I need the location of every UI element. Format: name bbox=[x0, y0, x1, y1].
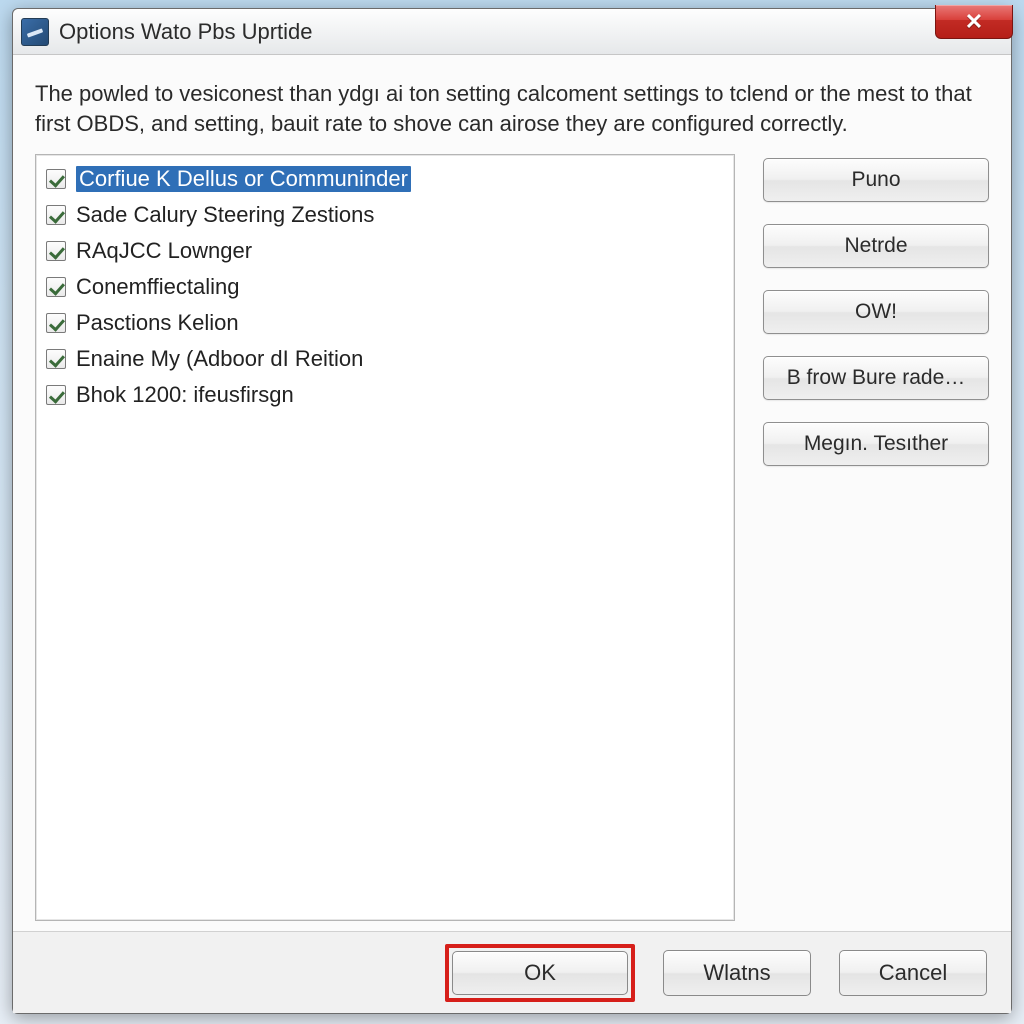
client-area: The powled to vesiconest than ydgı ai to… bbox=[13, 55, 1011, 931]
side-button-column: Puno Netrde OW! B frow Bure rade… Megın.… bbox=[763, 154, 989, 921]
list-item-label: RAqJCC Lownger bbox=[76, 238, 252, 264]
list-item-label: Bhok 1200: ifeusfirsgn bbox=[76, 382, 294, 408]
side-button-puno[interactable]: Puno bbox=[763, 158, 989, 202]
ok-highlight: OK bbox=[445, 944, 635, 1002]
list-item[interactable]: RAqJCC Lownger bbox=[46, 233, 724, 269]
list-item-label: Enaine My (Adboor dI Reition bbox=[76, 346, 363, 372]
side-button-megin[interactable]: Megın. Tesıther bbox=[763, 422, 989, 466]
checkbox-icon[interactable] bbox=[46, 205, 66, 225]
side-button-ow[interactable]: OW! bbox=[763, 290, 989, 334]
list-item-label: Conemffiectaling bbox=[76, 274, 239, 300]
list-item[interactable]: Sade Calury Steering Zestions bbox=[46, 197, 724, 233]
checkbox-icon[interactable] bbox=[46, 313, 66, 333]
cancel-button[interactable]: Cancel bbox=[839, 950, 987, 996]
checkbox-icon[interactable] bbox=[46, 349, 66, 369]
options-listbox[interactable]: Corfiue K Dellus or Communinder Sade Cal… bbox=[35, 154, 735, 921]
body-row: Corfiue K Dellus or Communinder Sade Cal… bbox=[35, 154, 989, 921]
dialog-footer: OK Wlatns Cancel bbox=[13, 931, 1011, 1013]
side-button-netrde[interactable]: Netrde bbox=[763, 224, 989, 268]
checkbox-icon[interactable] bbox=[46, 277, 66, 297]
ok-button[interactable]: OK bbox=[452, 951, 628, 995]
close-button[interactable]: ✕ bbox=[935, 5, 1013, 39]
checkbox-icon[interactable] bbox=[46, 385, 66, 405]
side-button-bfrow[interactable]: B frow Bure rade… bbox=[763, 356, 989, 400]
close-icon: ✕ bbox=[965, 9, 983, 35]
list-item[interactable]: Conemffiectaling bbox=[46, 269, 724, 305]
list-item-label: Pasctions Kelion bbox=[76, 310, 239, 336]
list-item-label: Sade Calury Steering Zestions bbox=[76, 202, 374, 228]
list-item[interactable]: Corfiue K Dellus or Communinder bbox=[46, 161, 724, 197]
list-item-label: Corfiue K Dellus or Communinder bbox=[76, 166, 411, 192]
description-text: The powled to vesiconest than ydgı ai to… bbox=[35, 79, 989, 138]
list-item[interactable]: Pasctions Kelion bbox=[46, 305, 724, 341]
app-icon bbox=[21, 18, 49, 46]
list-item[interactable]: Enaine My (Adboor dI Reition bbox=[46, 341, 724, 377]
window-title: Options Wato Pbs Uprtide bbox=[59, 19, 313, 45]
wlatns-button[interactable]: Wlatns bbox=[663, 950, 811, 996]
titlebar[interactable]: Options Wato Pbs Uprtide ✕ bbox=[13, 9, 1011, 55]
checkbox-icon[interactable] bbox=[46, 169, 66, 189]
dialog-window: Options Wato Pbs Uprtide ✕ The powled to… bbox=[12, 8, 1012, 1014]
checkbox-icon[interactable] bbox=[46, 241, 66, 261]
list-item[interactable]: Bhok 1200: ifeusfirsgn bbox=[46, 377, 724, 413]
